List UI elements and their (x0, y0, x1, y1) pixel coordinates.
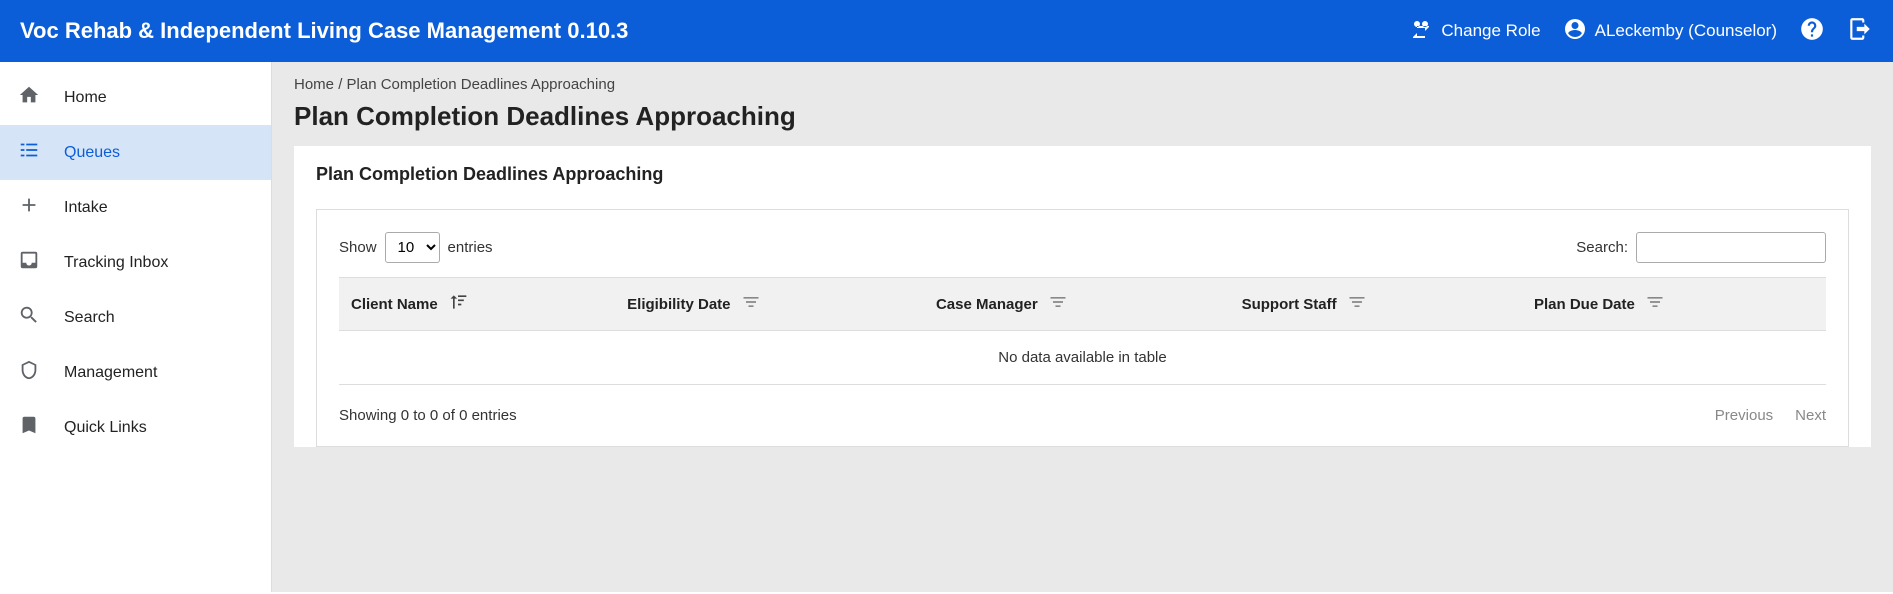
user-label: ALeckemby (Counselor) (1595, 21, 1777, 41)
table-controls-bottom: Showing 0 to 0 of 0 entries Previous Nex… (339, 407, 1826, 424)
sidebar-item-management[interactable]: Management (0, 345, 271, 400)
help-button[interactable] (1799, 16, 1825, 47)
table-wrapper: Show 10 entries Search: (316, 209, 1849, 447)
home-icon (18, 84, 40, 111)
next-button[interactable]: Next (1795, 407, 1826, 424)
swap-people-icon (1409, 17, 1433, 46)
sidebar-item-intake[interactable]: Intake (0, 180, 271, 235)
breadcrumb-home-link[interactable]: Home (294, 76, 334, 93)
sort-icon (1347, 292, 1367, 316)
sidebar-item-quick-links[interactable]: Quick Links (0, 400, 271, 455)
main-content: Home / Plan Completion Deadlines Approac… (272, 62, 1893, 592)
sidebar-item-label: Home (64, 89, 107, 107)
breadcrumb-separator: / (338, 76, 342, 93)
inbox-icon (18, 249, 40, 276)
column-label: Plan Due Date (1534, 296, 1635, 313)
sidebar-item-label: Intake (64, 199, 108, 217)
sidebar: Home Queues Intake Tracking Inbox Search… (0, 62, 272, 592)
search-icon (18, 304, 40, 331)
table-row-empty: No data available in table (339, 331, 1826, 385)
column-header-case-manager[interactable]: Case Manager (924, 278, 1230, 331)
column-header-support-staff[interactable]: Support Staff (1230, 278, 1522, 331)
breadcrumb-current: Plan Completion Deadlines Approaching (347, 76, 616, 93)
bookmark-icon (18, 414, 40, 441)
sidebar-item-label: Tracking Inbox (64, 254, 168, 272)
showing-info: Showing 0 to 0 of 0 entries (339, 407, 517, 424)
logout-button[interactable] (1847, 16, 1873, 47)
sidebar-item-search[interactable]: Search (0, 290, 271, 345)
change-role-label: Change Role (1441, 21, 1540, 41)
help-circle-icon (1799, 16, 1825, 47)
shield-icon (18, 359, 40, 386)
column-label: Case Manager (936, 296, 1038, 313)
column-header-eligibility-date[interactable]: Eligibility Date (615, 278, 924, 331)
column-label: Support Staff (1242, 296, 1337, 313)
entries-select[interactable]: 10 (385, 232, 440, 263)
entries-label: entries (448, 239, 493, 256)
column-label: Client Name (351, 296, 438, 313)
pagination: Previous Next (1715, 407, 1826, 424)
app-title: Voc Rehab & Independent Living Case Mana… (20, 18, 628, 44)
user-menu-button[interactable]: ALeckemby (Counselor) (1563, 17, 1777, 46)
column-header-client-name[interactable]: Client Name (339, 278, 615, 331)
panel-title: Plan Completion Deadlines Approaching (294, 146, 1871, 195)
sort-icon (1048, 292, 1068, 316)
search-input[interactable] (1636, 232, 1826, 263)
sidebar-item-queues[interactable]: Queues (0, 125, 271, 180)
change-role-button[interactable]: Change Role (1409, 17, 1540, 46)
list-icon (18, 139, 40, 166)
search-control: Search: (1576, 232, 1826, 263)
sort-icon (1645, 292, 1665, 316)
sidebar-item-home[interactable]: Home (0, 70, 271, 125)
show-label: Show (339, 239, 377, 256)
table-controls-top: Show 10 entries Search: (339, 232, 1826, 263)
sort-icon (741, 292, 761, 316)
sidebar-item-label: Management (64, 364, 157, 382)
app-header: Voc Rehab & Independent Living Case Mana… (0, 0, 1893, 62)
plus-icon (18, 194, 40, 221)
logout-icon (1847, 16, 1873, 47)
sidebar-item-label: Quick Links (64, 419, 147, 437)
search-label: Search: (1576, 239, 1628, 256)
column-header-plan-due-date[interactable]: Plan Due Date (1522, 278, 1826, 331)
sidebar-item-label: Queues (64, 144, 120, 162)
sort-asc-icon (448, 292, 468, 316)
sidebar-item-label: Search (64, 309, 115, 327)
no-data-message: No data available in table (339, 331, 1826, 385)
user-circle-icon (1563, 17, 1587, 46)
header-right: Change Role ALeckemby (Counselor) (1409, 16, 1873, 47)
column-label: Eligibility Date (627, 296, 730, 313)
show-entries-control: Show 10 entries (339, 232, 493, 263)
sidebar-item-tracking-inbox[interactable]: Tracking Inbox (0, 235, 271, 290)
page-title: Plan Completion Deadlines Approaching (272, 97, 1893, 146)
data-table: Client Name Eligibility Date (339, 277, 1826, 385)
previous-button[interactable]: Previous (1715, 407, 1773, 424)
breadcrumb: Home / Plan Completion Deadlines Approac… (272, 62, 1893, 97)
panel: Plan Completion Deadlines Approaching Sh… (294, 146, 1871, 447)
